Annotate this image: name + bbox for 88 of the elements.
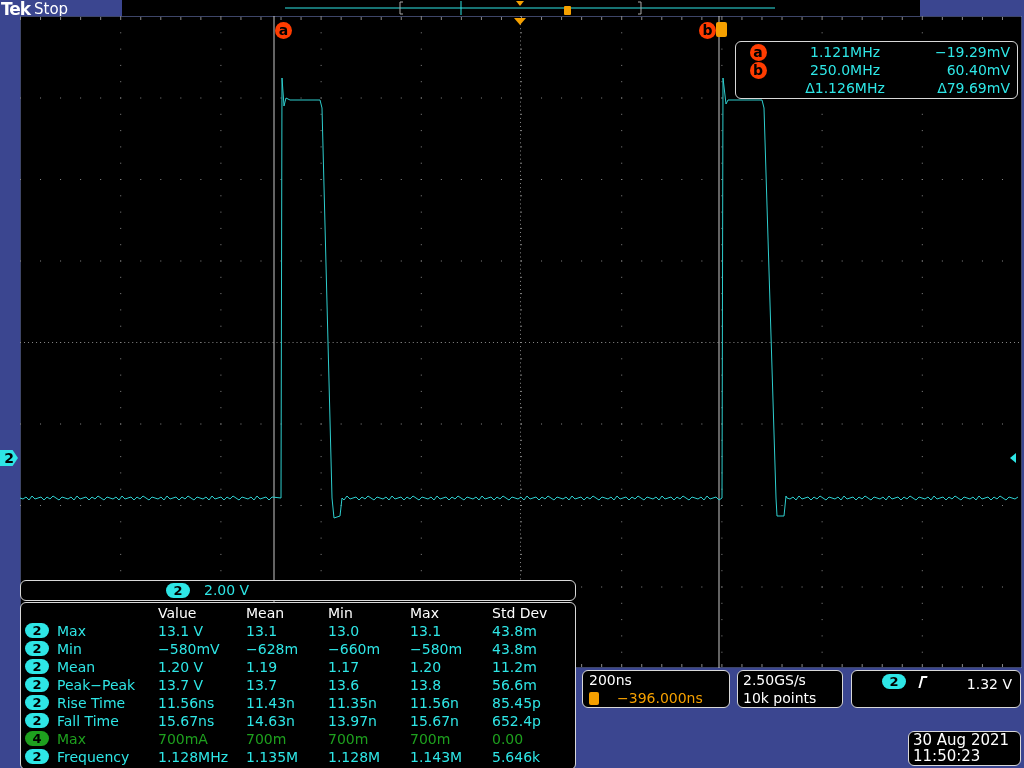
measurement-name: Mean (57, 658, 97, 676)
channel-badge: 2 (166, 583, 190, 598)
sample-rate: 2.50GS/s (743, 671, 807, 689)
table-cell-text: 14.63n (246, 712, 296, 730)
table-cell-text: 700m (246, 730, 288, 748)
table-cell-text: 5.646k (492, 748, 542, 766)
table-cell-text: −580m (410, 640, 464, 658)
channel-badge: 2 (25, 677, 49, 692)
table-cell-text: 43.8m (492, 622, 538, 640)
cursor-voltage-readout: −19.29mV (933, 42, 1010, 62)
trigger-offset-value: −396.000ns (617, 689, 703, 707)
table-cell-text: 13.6 (328, 676, 361, 694)
table-cell-text: 11.35n (328, 694, 378, 712)
table-cell-text: 13.1 V (158, 622, 205, 640)
table-cell-text: 11.43n (246, 694, 296, 712)
time-text: 11:50:23 (913, 748, 982, 764)
channel-ground-marker: 2 (0, 450, 18, 466)
table-cell-text: −660m (328, 640, 382, 658)
offscreen-arrow-icon (1010, 453, 1016, 463)
table-cell-text: 15.67n (410, 712, 460, 730)
trigger-threshold: 1.32 V (966, 675, 1012, 694)
trigger-offset-icon (589, 691, 599, 705)
table-cell-text: 0.00 (492, 730, 525, 748)
table-cell-text: 15.67ns (158, 712, 216, 730)
channel-badge: 2 (25, 749, 49, 764)
table-cell-text: 1.128M (328, 748, 382, 766)
table-cell-text: 652.4p (492, 712, 542, 730)
table-cell-text: 1.19 (246, 658, 279, 676)
horizontal-scale: 200ns (589, 671, 633, 689)
cursor-time-readout: Δ1.126MHz (804, 78, 886, 98)
column-header: Min (328, 604, 354, 622)
table-cell-text: −580mV (158, 640, 221, 658)
cursor-voltage-readout: 60.40mV (945, 60, 1010, 80)
cursor-time-readout: 250.0MHz (808, 60, 881, 80)
table-cell-text: 56.6m (492, 676, 538, 694)
trigger-marker-icon (716, 22, 727, 37)
brand-logo: Tek (1, 0, 31, 21)
table-cell-text: 1.17 (328, 658, 361, 676)
table-cell-text: 1.20 V (158, 658, 205, 676)
channel-badge: 4 (25, 731, 49, 746)
table-cell-text: 1.135M (246, 748, 300, 766)
channel-badge: 2 (25, 695, 49, 710)
table-cell-text: 13.0 (328, 622, 361, 640)
column-header: Mean (246, 604, 286, 622)
measurement-name: Frequency (57, 748, 131, 766)
table-cell-text: −628m (246, 640, 300, 658)
table-cell-text: 13.1 (410, 622, 443, 640)
table-cell-text: 11.2m (492, 658, 538, 676)
channel-badge: 2 (25, 641, 49, 656)
channel-badge: 2 (25, 623, 49, 638)
vertical-scale-value: 2.00 V (204, 581, 250, 600)
table-cell-text: 43.8m (492, 640, 538, 658)
cursor-voltage-readout: Δ79.69mV (936, 78, 1010, 98)
channel-badge: 2 (25, 713, 49, 728)
column-header: Max (410, 604, 440, 622)
cursor-label: a (749, 43, 767, 61)
table-cell-text: 700m (328, 730, 370, 748)
table-cell-text: 13.97n (328, 712, 378, 730)
channel-badge: 2 (25, 659, 49, 674)
column-header: Std Dev (492, 604, 549, 622)
cursor-label: b (749, 61, 767, 79)
channel-badge: 2 (882, 674, 906, 689)
rising-edge-icon (918, 676, 928, 688)
table-cell-text: 1.128MHz (158, 748, 230, 766)
measurement-name: Fall Time (57, 712, 120, 730)
cursor-line[interactable] (718, 16, 720, 668)
table-cell-text: 13.8 (410, 676, 443, 694)
table-cell-text: 11.56n (410, 694, 460, 712)
measurement-name: Min (57, 640, 83, 658)
table-cell-text: 13.1 (246, 622, 279, 640)
table-cell-text: 11.56ns (158, 694, 216, 712)
acquisition-status: Stop (34, 0, 69, 20)
table-cell-text: 1.143M (410, 748, 464, 766)
table-cell-text: 13.7 V (158, 676, 205, 694)
table-cell-text: 13.7 (246, 676, 279, 694)
measurement-name: Max (57, 622, 87, 640)
measurement-name: Rise Time (57, 694, 127, 712)
cursor-time-readout: 1.121MHz (808, 42, 881, 62)
table-cell-text: 85.45p (492, 694, 542, 712)
column-header: Value (158, 604, 198, 622)
record-length: 10k points (743, 689, 818, 707)
table-cell-text: 1.20 (410, 658, 443, 676)
table-cell-text: 700m (410, 730, 452, 748)
measurement-name: Peak−Peak (57, 676, 137, 694)
measurement-name: Max (57, 730, 87, 748)
date-text: 30 Aug 2021 (913, 732, 1011, 748)
trigger-position-icon (514, 18, 526, 25)
table-cell-text: 700mA (158, 730, 209, 748)
